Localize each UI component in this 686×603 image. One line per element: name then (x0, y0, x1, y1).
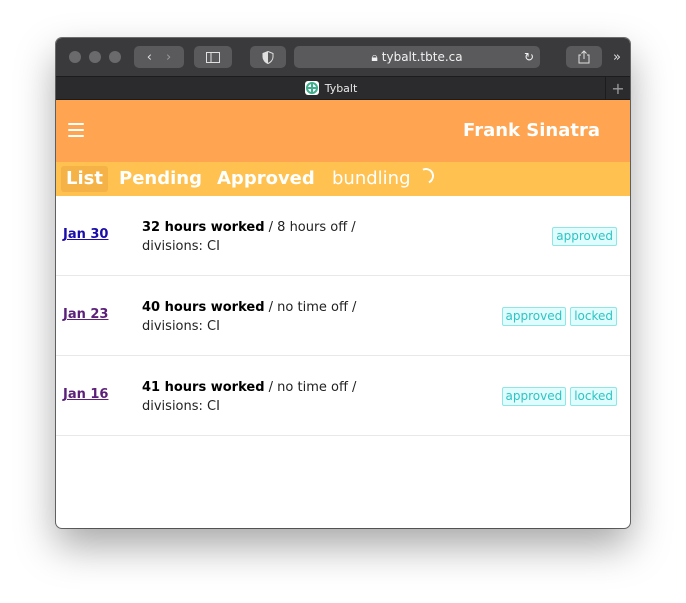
time-off: / no time off / (264, 380, 357, 395)
time-off: / no time off / (264, 300, 357, 315)
timesheet-date-link[interactable]: Jan 16 (63, 387, 108, 402)
hours-worked: 41 hours worked (142, 380, 265, 395)
hours-worked: 40 hours worked (142, 300, 265, 315)
status-badges: approved locked (501, 387, 617, 406)
bundling-status: bundling (332, 168, 411, 189)
timesheet-summary: 32 hours worked / 8 hours off / division… (142, 218, 356, 256)
new-tab-button[interactable]: + (605, 77, 630, 99)
status-badge: approved (501, 307, 567, 326)
plus-icon: + (611, 78, 625, 98)
nav-item-list[interactable]: List (61, 166, 108, 192)
hamburger-menu-icon[interactable] (68, 123, 84, 137)
locked-badge: locked (570, 307, 617, 326)
double-chevron-right-icon: » (613, 49, 621, 65)
close-window-button[interactable] (69, 51, 81, 63)
status-badge: approved (501, 387, 567, 406)
chevron-left-icon[interactable]: ‹ (147, 50, 152, 65)
nav-item-approved[interactable]: Approved (212, 166, 320, 192)
divisions: divisions: CI (142, 319, 220, 334)
timesheet-list: Jan 30 32 hours worked / 8 hours off / d… (56, 196, 630, 436)
chevron-right-icon[interactable]: › (166, 50, 171, 65)
list-item: Jan 30 32 hours worked / 8 hours off / d… (56, 196, 630, 276)
divisions: divisions: CI (142, 239, 220, 254)
browser-toolbar: ‹ › 🔒︎ tybalt.tbte.ca ↻ » (56, 38, 630, 76)
divisions: divisions: CI (142, 399, 220, 414)
tab-title: Tybalt (324, 81, 358, 95)
timesheet-date-link[interactable]: Jan 30 (63, 227, 108, 242)
reload-icon[interactable]: ↻ (524, 50, 534, 64)
tab-bar: Tybalt + (56, 76, 630, 100)
nav-item-pending[interactable]: Pending (114, 166, 207, 192)
lock-icon: 🔒︎ (371, 49, 378, 64)
time-off: / 8 hours off / (264, 220, 356, 235)
hours-worked: 32 hours worked (142, 220, 265, 235)
status-badge: approved (552, 227, 617, 246)
share-button[interactable] (566, 46, 602, 68)
zoom-window-button[interactable] (109, 51, 121, 63)
list-item: Jan 23 40 hours worked / no time off / d… (56, 276, 630, 356)
shield-icon (262, 50, 274, 64)
minimize-window-button[interactable] (89, 51, 101, 63)
address-bar[interactable]: 🔒︎ tybalt.tbte.ca ↻ (294, 46, 540, 68)
browser-window: ‹ › 🔒︎ tybalt.tbte.ca ↻ » Tybalt + Frank… (56, 38, 630, 528)
status-badges: approved (552, 227, 617, 246)
locked-badge: locked (570, 387, 617, 406)
url-text: tybalt.tbte.ca (381, 50, 463, 64)
favicon-icon (304, 81, 319, 95)
timesheet-summary: 41 hours worked / no time off / division… (142, 378, 356, 416)
browser-tab[interactable]: Tybalt (56, 77, 606, 99)
back-forward-buttons[interactable]: ‹ › (134, 46, 184, 68)
user-name: Frank Sinatra (463, 120, 600, 141)
more-toolbar-items-button[interactable]: » (608, 46, 626, 68)
sidebar-icon (206, 51, 220, 63)
sub-navigation: List Pending Approved bundling (56, 162, 630, 196)
timesheet-date-link[interactable]: Jan 23 (63, 307, 108, 322)
app-header: Frank Sinatra (56, 100, 630, 162)
status-badges: approved locked (501, 307, 617, 326)
share-icon (578, 50, 590, 64)
privacy-report-button[interactable] (250, 46, 286, 68)
sidebar-toggle-button[interactable] (194, 46, 232, 68)
list-item: Jan 16 41 hours worked / no time off / d… (56, 356, 630, 436)
timesheet-summary: 40 hours worked / no time off / division… (142, 298, 356, 336)
